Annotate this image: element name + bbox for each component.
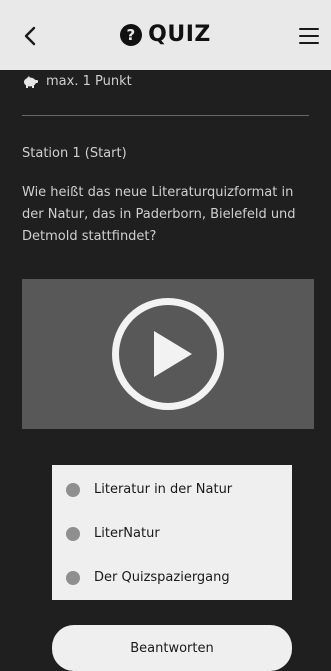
question-circle-icon: ? [120, 23, 143, 46]
play-icon[interactable] [112, 298, 224, 410]
question-text: Wie heißt das neue Literaturquizformat i… [22, 185, 296, 244]
answer-option-2[interactable]: LiterNatur [66, 526, 160, 541]
radio-button[interactable] [66, 526, 80, 541]
hamburger-menu-icon [299, 42, 319, 44]
menu-button[interactable] [299, 28, 319, 44]
radio-button[interactable] [66, 482, 80, 497]
page-title: ? QUIZ [0, 22, 331, 47]
answer-option-3[interactable]: Der Quizspaziergang [66, 570, 230, 585]
radio-button[interactable] [66, 570, 80, 585]
video-player[interactable] [22, 279, 314, 429]
station-label: Station 1 (Start) [22, 146, 127, 161]
answer-label: Der Quizspaziergang [94, 570, 230, 585]
points-info: max. 1 Punkt [22, 74, 132, 89]
hamburger-menu-icon [299, 35, 319, 37]
app-header: ? QUIZ [0, 0, 331, 70]
divider [22, 115, 309, 116]
piggy-bank-icon [24, 75, 38, 88]
answer-label: LiterNatur [94, 526, 160, 541]
title-text: QUIZ [148, 22, 211, 47]
answer-label: Literatur in der Natur [94, 482, 233, 497]
hamburger-menu-icon [299, 28, 319, 30]
points-label: max. 1 Punkt [46, 74, 132, 89]
answer-option-1[interactable]: Literatur in der Natur [66, 482, 232, 497]
submit-button[interactable]: Beantworten [52, 625, 292, 671]
answer-options: Literatur in der Natur LiterNatur Der Qu… [52, 465, 292, 600]
